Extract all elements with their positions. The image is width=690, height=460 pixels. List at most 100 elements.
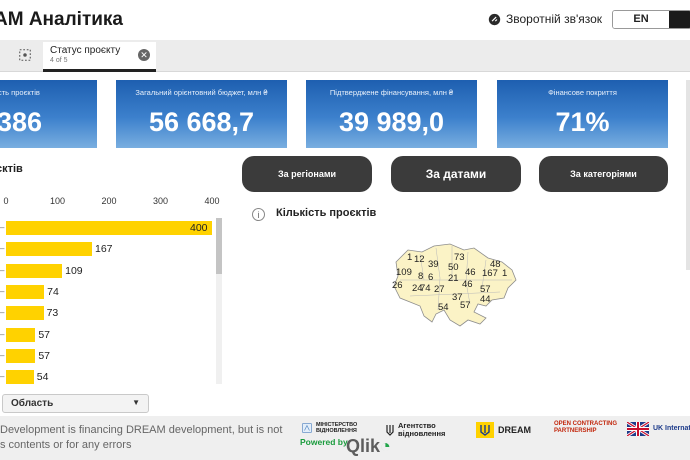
x-tick-label: 400 [204,196,220,206]
dream-logo-text: DREAM [498,425,531,435]
bar-value-label: 57 [38,328,51,341]
row-marker: – [0,329,5,339]
tab-project-status[interactable]: Статус проєкту 4 of 5 ✕ [43,42,156,72]
scroll-thumb[interactable] [216,218,222,274]
ministry-emblem-icon [302,423,312,433]
region-count-label: 57 [480,284,491,295]
region-count-label: 21 [448,273,459,284]
kpi-total-budget: Загальний орієнтовний бюджет, млн ₴ 56 6… [116,80,287,148]
language-toggle[interactable]: EN [612,10,690,29]
kpi-value: 71% [555,107,610,137]
dream-trident-icon [476,422,494,438]
kpi-label: сть проєктів [0,88,40,97]
qlik-q-icon: ◔ [380,436,391,456]
ocp-logo[interactable]: OPEN CONTRACTING PARTNERSHIP [554,421,618,434]
x-tick-label: 300 [152,196,169,206]
bar-value-label: 57 [38,349,51,362]
region-count-label: 27 [434,284,445,295]
region-count-label: 109 [396,267,412,278]
bar-value-label: 54 [36,371,49,384]
kpi-label: Фінансове покриття [548,88,617,97]
x-tick-label: 100 [49,196,66,206]
bar-value-label: 73 [46,307,59,320]
bar-value-label: 167 [95,243,113,256]
bar[interactable] [6,221,212,235]
chart-scrollbar[interactable] [216,218,222,384]
agency-logo[interactable]: Агентство відновлення [386,422,466,438]
feedback-link[interactable]: Зворотній зв'язок [488,12,602,26]
row-marker: – [0,286,5,296]
bar-panel-title: єктів [0,163,23,175]
dream-logo[interactable]: DREAM [476,422,531,438]
bar[interactable] [6,370,34,385]
region-count-label: 8 [418,271,423,282]
bar[interactable] [6,263,63,278]
footer: Development is financing DREAM developme… [0,416,690,460]
x-tick-label: 0 [3,196,9,206]
ukraine-regions-map[interactable]: 1 12 39734850 46 167109 8 6 2146124 2774265437 44… [390,240,522,330]
bar[interactable] [6,284,45,299]
kpi-project-count: сть проєктів 386 [0,80,97,148]
projects-bar-chart[interactable]: 0 100 200 300 400 – 400 – 167 – 109 – 74 – 73 – 57 – 57 – 54 [0,196,228,392]
info-icon[interactable]: i [252,208,265,221]
row-marker: – [0,223,5,232]
row-marker: – [0,350,5,360]
close-icon[interactable]: ✕ [138,49,150,61]
kpi-funding-coverage: Фінансове покриття 71% [497,80,668,148]
kpi-value: 39 989,0 [338,107,445,137]
app-title: AM Аналітика [0,9,124,30]
bar[interactable] [6,327,36,342]
selections-tool-icon[interactable] [18,48,36,64]
trident-icon [386,425,394,436]
selection-icon [19,49,31,61]
row-marker: – [0,265,5,275]
lang-option-other[interactable] [669,11,690,28]
region-filter-select[interactable]: Область ▼ [2,394,149,413]
by-dates-button[interactable]: За датами [391,156,521,192]
region-count-label: 1 [407,252,412,263]
ocp-logo-text: OPEN CONTRACTING PARTNERSHIP [554,421,617,434]
disclaimer-text: Development is financing DREAM developme… [0,424,283,451]
by-categories-button[interactable]: За категоріями [539,156,668,192]
region-count-label: 167 [482,268,498,279]
region-count-label: 12 [414,254,425,265]
qlik-logo[interactable]: Qlik◔ [346,436,391,457]
kpi-value: 386 [0,107,43,137]
region-count-label: 44 [480,294,491,305]
kpi-confirmed-funding: Підтверджене фінансування, млн ₴ 39 989,… [306,80,477,148]
row-marker: – [0,244,5,254]
by-regions-button[interactable]: За регіонами [242,156,372,192]
region-count-label: 57 [460,300,471,311]
region-count-label: 39 [428,259,439,270]
ministry-logo[interactable]: МІНІСТЕРСТВО ВІДНОВЛЕННЯ [302,420,368,436]
kpi-label: Загальний орієнтовний бюджет, млн ₴ [135,88,268,97]
region-count-label: 26 [392,280,403,291]
uk-flag-icon [627,422,649,436]
region-count-label: 50 [448,262,459,273]
app-header: AM Аналітика Зворотній зв'язок EN [0,0,690,40]
chat-bubble-icon [488,13,501,25]
row-marker: – [0,372,5,382]
bar[interactable] [6,242,92,257]
ministry-logo-text: МІНІСТЕРСТВО ВІДНОВЛЕННЯ [315,422,358,434]
row-marker: – [0,308,5,318]
bar-value-label: 109 [65,264,83,277]
region-count-label: 6 [428,272,433,283]
agency-logo-text: Агентство відновлення [398,421,446,438]
lang-option-en[interactable]: EN [613,11,669,28]
bar-value-label: 74 [47,285,59,298]
powered-by-label: Powered by [300,437,348,447]
region-count-label: 1 [502,268,507,279]
filter-label: Область [11,398,54,409]
bar[interactable] [6,306,44,321]
bar[interactable] [6,348,36,363]
region-count-label: 46 [465,267,476,278]
feedback-label: Зворотній зв'язок [506,12,603,26]
kpi-value: 56 668,7 [148,107,255,137]
kpi-label: Підтверджене фінансування, млн ₴ [329,88,454,97]
region-count-label: 54 [438,302,449,313]
qlik-logo-text: Qlik [346,436,381,456]
bar-value-label: 400 [190,222,208,234]
uk-aid-logo[interactable]: UK International Development [627,422,690,436]
map-title: Кількість проєктів [276,207,377,219]
